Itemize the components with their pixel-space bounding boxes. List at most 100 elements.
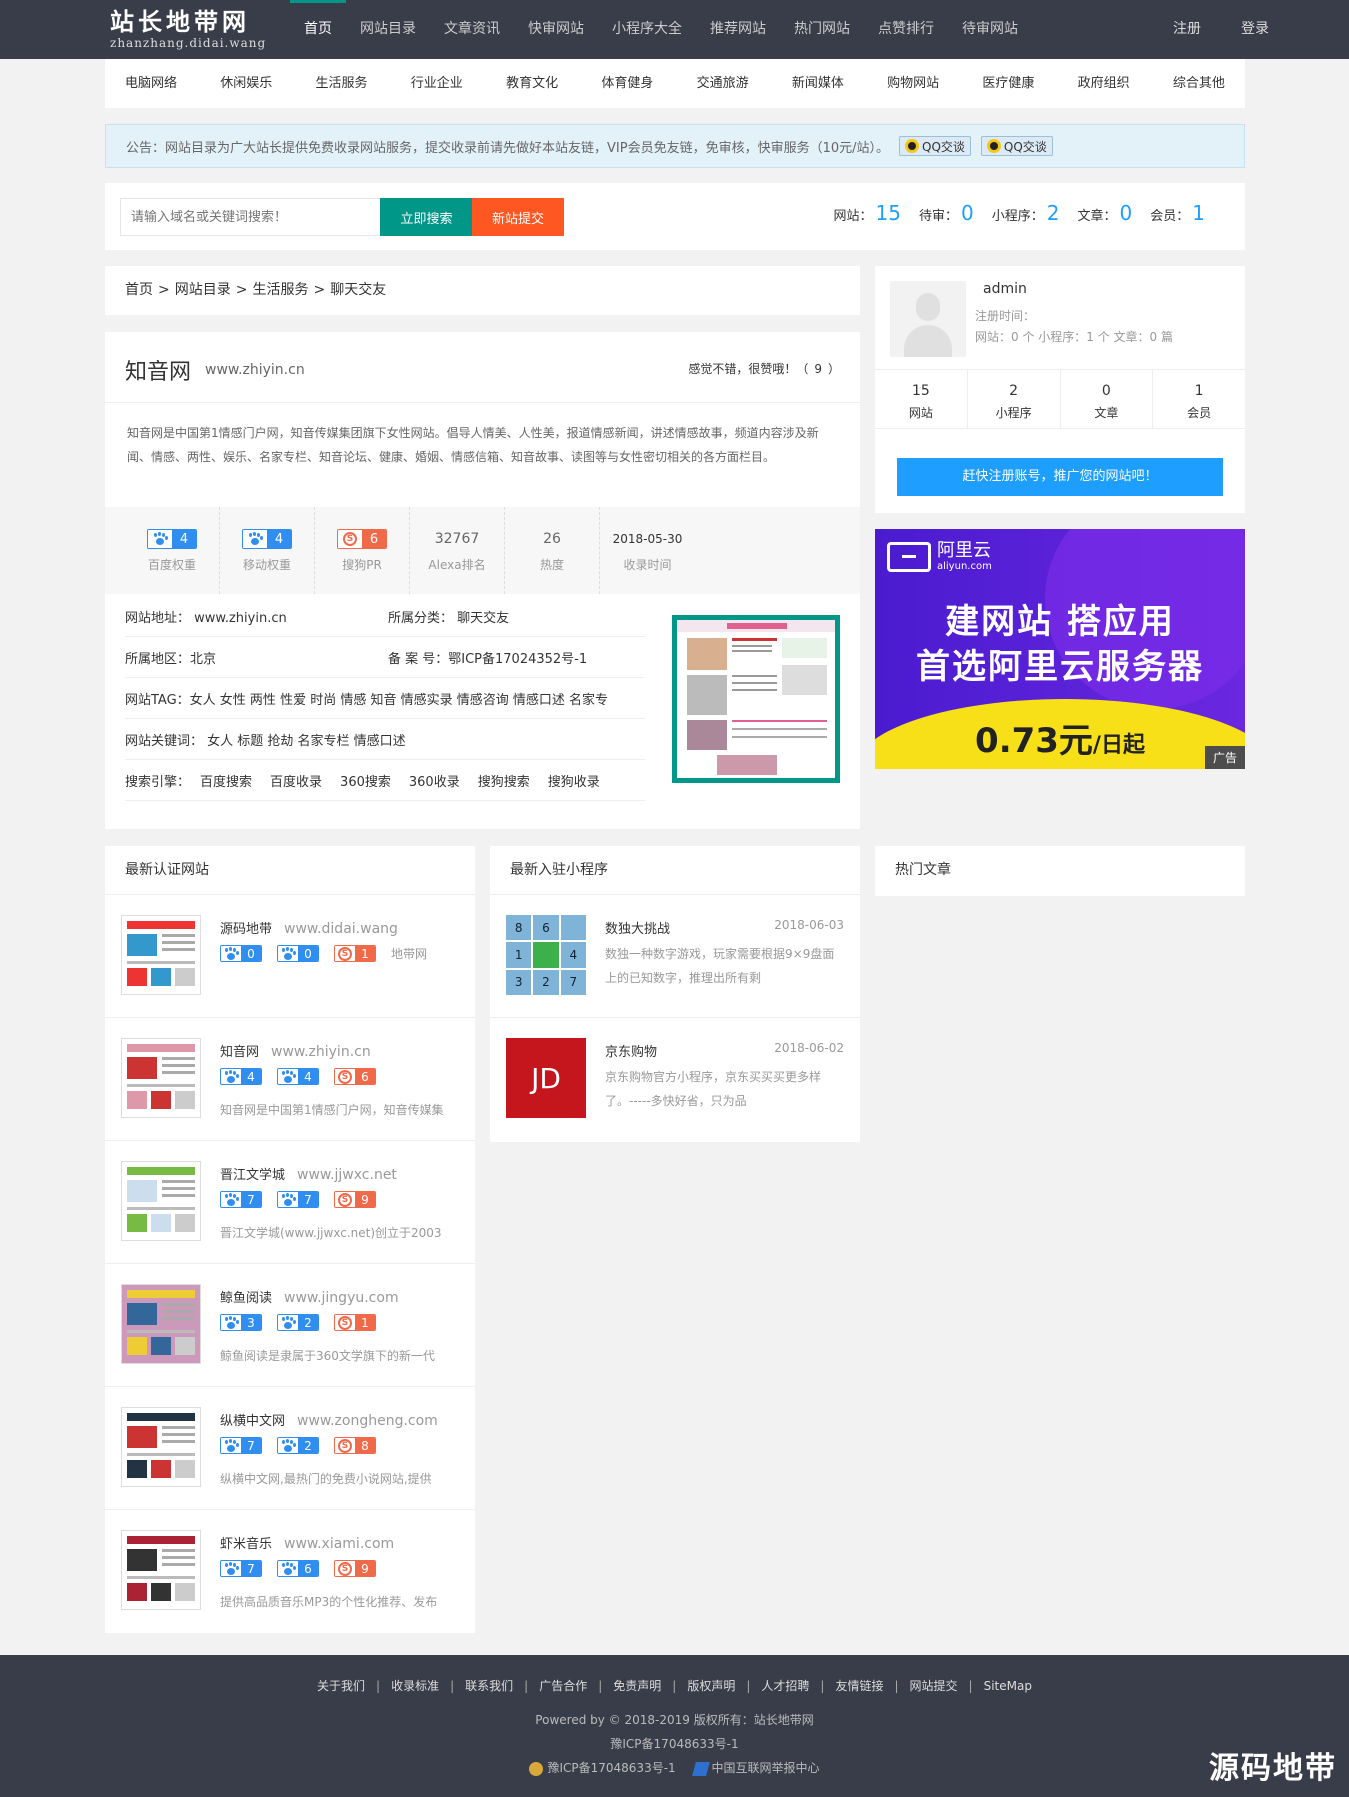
site-name[interactable]: 鲸鱼阅读 — [220, 1291, 272, 1306]
list-item[interactable]: 知音网 www.zhiyin.cn 4 4 S 6 知音网是中国第1情感门户网，知音传媒集 — [105, 1018, 475, 1141]
aliyun-ad-banner[interactable]: 阿里云 aliyun.com 建网站 搭应用 首选阿里云服务器 0.73元/日起… — [875, 529, 1245, 769]
category-link[interactable]: 行业企业 — [411, 59, 463, 108]
engine-link[interactable]: 百度收录 — [270, 771, 322, 790]
submit-site-button[interactable]: 新站提交 — [472, 198, 564, 236]
site-thumbnail[interactable] — [121, 1038, 201, 1118]
footer-link[interactable]: 关于我们 — [317, 1679, 365, 1693]
site-name[interactable]: 晋江文学城 — [220, 1168, 285, 1183]
site-desc: 鲸鱼阅读是隶属于360文学旗下的新一代 — [220, 1349, 435, 1363]
breadcrumb-home[interactable]: 首页 — [125, 282, 153, 298]
site-url[interactable]: www.jjwxc.net — [297, 1167, 397, 1183]
engine-link[interactable]: 百度搜索 — [200, 771, 252, 790]
site-url[interactable]: www.zhiyin.cn — [205, 362, 305, 378]
site-url[interactable]: www.zhiyin.cn — [271, 1044, 371, 1060]
list-item[interactable]: 虾米音乐 www.xiami.com 7 6 S 9 提供高品质音乐MP3的个性化推荐、发布 — [105, 1510, 475, 1633]
list-item[interactable]: 纵横中文网 www.zongheng.com 7 2 S 8 纵横中文网,最热门的免费小说网… — [105, 1387, 475, 1510]
nav-home[interactable]: 首页 — [290, 0, 346, 59]
list-item[interactable]: 861 4 327 数独大挑战 2018-06-03 数独一种数字游戏，玩家需要根据… — [490, 895, 860, 1018]
footer-link[interactable]: 免责声明 — [613, 1679, 661, 1693]
category-link[interactable]: 生活服务 — [316, 59, 368, 108]
site-thumbnail[interactable] — [121, 1530, 201, 1610]
sudoku-cell: 6 — [533, 915, 559, 941]
site-desc: 知音网是中国第1情感门户网，知音传媒集 — [220, 1103, 444, 1117]
engine-link[interactable]: 搜狗收录 — [548, 771, 600, 790]
engine-link[interactable]: 360搜索 — [340, 771, 391, 790]
footer-link[interactable]: SiteMap — [984, 1679, 1032, 1693]
footer-link[interactable]: 网站提交 — [910, 1679, 958, 1693]
footer-link[interactable]: 广告合作 — [539, 1679, 587, 1693]
site-thumbnail[interactable] — [121, 1284, 201, 1364]
list-item[interactable]: 鲸鱼阅读 www.jingyu.com 3 2 S 1 鲸鱼阅读是隶属于360文学旗下的新一… — [105, 1264, 475, 1387]
footer-icp[interactable]: 豫ICP备17048633号-1 — [0, 1735, 1349, 1752]
category-link[interactable]: 医疗健康 — [982, 59, 1034, 108]
category-link[interactable]: 体育健身 — [601, 59, 653, 108]
list-item[interactable]: 源码地带 www.didai.wang 0 0 S 1 地带网 — [105, 895, 475, 1018]
register-link[interactable]: 注册 — [1153, 0, 1221, 59]
site-thumbnail[interactable] — [121, 1407, 201, 1487]
qq-chat-button[interactable]: QQ交谈 — [899, 136, 971, 156]
site-name[interactable]: 纵横中文网 — [220, 1414, 285, 1429]
like-count: 9 — [814, 362, 822, 376]
footer-link[interactable]: 收录标准 — [391, 1679, 439, 1693]
footer-link[interactable]: 人才招聘 — [761, 1679, 809, 1693]
site-url[interactable]: www.didai.wang — [284, 921, 398, 937]
username[interactable]: admin — [983, 281, 1027, 297]
nav-likes-rank[interactable]: 点赞排行 — [864, 0, 948, 59]
footer-badge-report[interactable]: 中国互联网举报中心 — [712, 1761, 820, 1775]
breadcrumb-category[interactable]: 生活服务 — [252, 282, 308, 298]
ad-price-value: 0.73元 — [975, 721, 1093, 761]
category-link[interactable]: 综合其他 — [1173, 59, 1225, 108]
register-account-button[interactable]: 赶快注册账号，推广您的网站吧！ — [897, 458, 1223, 496]
list-item[interactable]: 晋江文学城 www.jjwxc.net 7 7 S 9 晋江文学城(www.jjwxc.ne… — [105, 1141, 475, 1264]
site-screenshot[interactable] — [672, 615, 840, 783]
category-link[interactable]: 教育文化 — [506, 59, 558, 108]
nav-hot[interactable]: 热门网站 — [780, 0, 864, 59]
site-url[interactable]: www.zongheng.com — [297, 1413, 438, 1429]
search-button[interactable]: 立即搜索 — [380, 198, 473, 236]
info-site-address[interactable]: 网站地址： www.zhiyin.cn — [125, 607, 388, 626]
avatar[interactable] — [890, 281, 966, 357]
engine-link[interactable]: 搜狗搜索 — [478, 771, 530, 790]
nav-articles[interactable]: 文章资讯 — [430, 0, 514, 59]
app-name[interactable]: 数独大挑战 — [605, 918, 670, 937]
category-link[interactable]: 电脑网络 — [125, 59, 177, 108]
category-link[interactable]: 购物网站 — [887, 59, 939, 108]
category-link[interactable]: 交通旅游 — [697, 59, 749, 108]
footer-link[interactable]: 版权声明 — [687, 1679, 735, 1693]
footer-badge-icp[interactable]: 豫ICP备17048633号-1 — [547, 1761, 675, 1775]
breadcrumb-directory[interactable]: 网站目录 — [175, 282, 231, 298]
breadcrumb-subcategory[interactable]: 聊天交友 — [330, 282, 386, 298]
list-item[interactable]: JD 京东购物 2018-06-02 京东购物官方小程序，京东买买买更多样了。-… — [490, 1018, 860, 1141]
site-name[interactable]: 虾米音乐 — [220, 1537, 272, 1552]
search-input[interactable] — [120, 198, 385, 236]
site-badges: 3 2 S1 — [220, 1314, 391, 1331]
user-stat-apps: 2 小程序 — [968, 370, 1061, 428]
site-name[interactable]: 源码地带 — [220, 922, 272, 937]
site-url[interactable]: www.xiami.com — [284, 1536, 394, 1552]
footer-link[interactable]: 联系我们 — [465, 1679, 513, 1693]
site-thumbnail[interactable] — [121, 915, 201, 995]
user-stat-articles: 0 文章 — [1061, 370, 1154, 428]
nav-mini-programs[interactable]: 小程序大全 — [598, 0, 696, 59]
site-logo[interactable]: 站长地带网 zhanzhang.didai.wang — [110, 9, 280, 53]
category-link[interactable]: 新闻媒体 — [792, 59, 844, 108]
info-category[interactable]: 所属分类： 聊天交友 — [388, 607, 509, 626]
nav-recommended[interactable]: 推荐网站 — [696, 0, 780, 59]
engine-link[interactable]: 360收录 — [409, 771, 460, 790]
site-thumbnail-image — [122, 1531, 200, 1609]
app-name[interactable]: 京东购物 — [605, 1041, 657, 1060]
nav-pending[interactable]: 待审网站 — [948, 0, 1032, 59]
qq-chat-button[interactable]: QQ交谈 — [980, 136, 1053, 156]
nav-fast-review[interactable]: 快审网站 — [514, 0, 598, 59]
login-link[interactable]: 登录 — [1221, 0, 1289, 59]
nav-directory[interactable]: 网站目录 — [346, 0, 430, 59]
like-button[interactable]: 感觉不错，很赞哦！（ 9 ） — [688, 360, 840, 377]
site-name[interactable]: 知音网 — [220, 1045, 259, 1060]
sudoku-app-icon: 861 4 327 — [506, 915, 586, 995]
category-link[interactable]: 政府组织 — [1078, 59, 1130, 108]
category-link[interactable]: 休闲娱乐 — [220, 59, 272, 108]
like-text: 感觉不错，很赞哦！（ — [688, 362, 809, 376]
site-thumbnail[interactable] — [121, 1161, 201, 1241]
footer-link[interactable]: 友情链接 — [835, 1679, 883, 1693]
site-url[interactable]: www.jingyu.com — [284, 1290, 399, 1306]
